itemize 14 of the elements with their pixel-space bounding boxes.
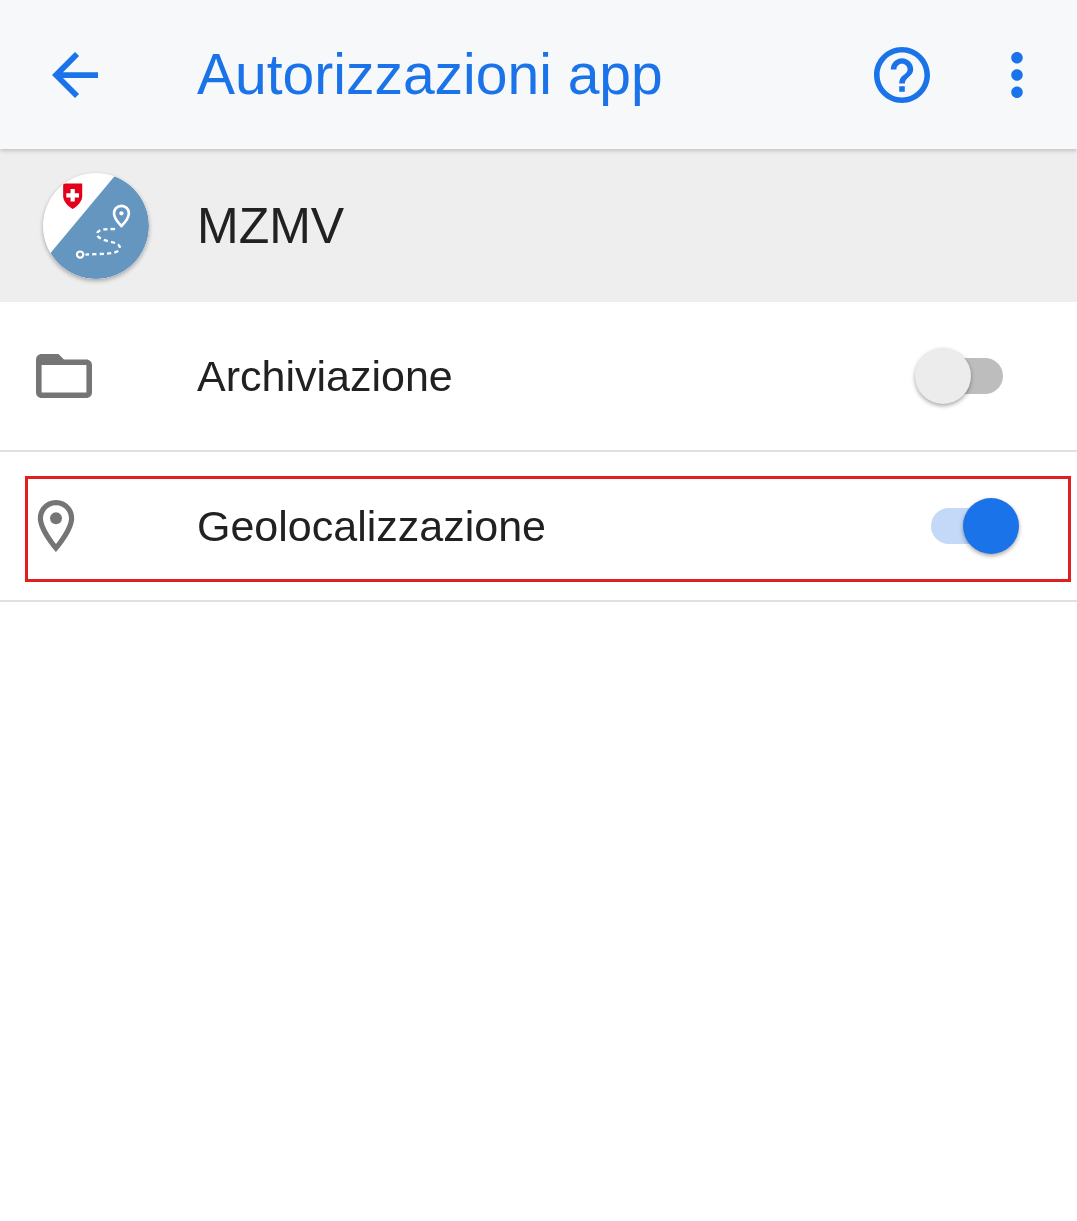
back-arrow-icon [52,51,98,98]
more-options-icon [1011,51,1023,98]
location-pin-icon [36,500,76,552]
help-button[interactable] [874,46,930,103]
help-icon [874,46,930,103]
back-button[interactable] [52,51,98,98]
permission-label: Archiviazione [197,354,453,398]
permission-row[interactable]: Archiviazione [0,302,1077,452]
more-options-button[interactable] [1010,51,1024,98]
permission-row[interactable]: Geolocalizzazione [0,452,1077,602]
folder-icon [36,354,92,398]
permission-label: Geolocalizzazione [197,504,546,548]
app-logo-icon [43,172,149,279]
app-name: MZMV [197,200,345,251]
